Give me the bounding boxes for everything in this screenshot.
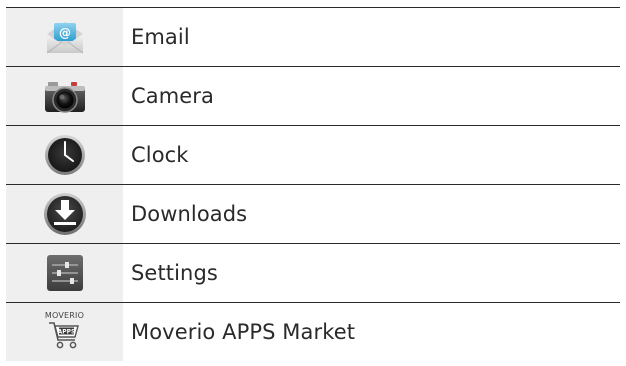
list-item-settings[interactable]: Settings — [6, 244, 620, 303]
app-list: @ Email Camera Clock Downloads Settings … — [6, 7, 620, 361]
item-label: Downloads — [131, 202, 248, 226]
item-label: Clock — [131, 143, 189, 167]
icon-cell — [6, 185, 123, 243]
icon-cell: MOVERIO APPS — [6, 303, 123, 361]
apps-badge-text: APPS — [58, 328, 76, 335]
list-item-downloads[interactable]: Downloads — [6, 185, 620, 244]
email-icon: @ — [44, 18, 86, 56]
item-label: Settings — [131, 261, 218, 285]
icon-cell — [6, 244, 123, 302]
settings-icon — [45, 253, 85, 293]
icon-cell: @ — [6, 8, 123, 66]
moverio-icon-caption: MOVERIO — [44, 310, 85, 320]
downloads-icon — [42, 191, 88, 237]
icon-cell — [6, 67, 123, 125]
svg-text:@: @ — [59, 26, 71, 40]
camera-icon — [43, 76, 87, 116]
moverio-apps-market-icon: MOVERIO APPS — [45, 311, 84, 350]
clock-icon — [43, 133, 87, 177]
item-label: Camera — [131, 84, 215, 108]
list-item-email[interactable]: @ Email — [6, 8, 620, 67]
item-label: Email — [131, 25, 190, 49]
icon-cell — [6, 126, 123, 184]
shopping-cart-icon: APPS — [49, 321, 80, 348]
list-item-moverio-apps-market[interactable]: MOVERIO APPS Moverio APPS Market — [6, 303, 620, 361]
list-item-camera[interactable]: Camera — [6, 67, 620, 126]
list-item-clock[interactable]: Clock — [6, 126, 620, 185]
item-label: Moverio APPS Market — [131, 320, 356, 344]
